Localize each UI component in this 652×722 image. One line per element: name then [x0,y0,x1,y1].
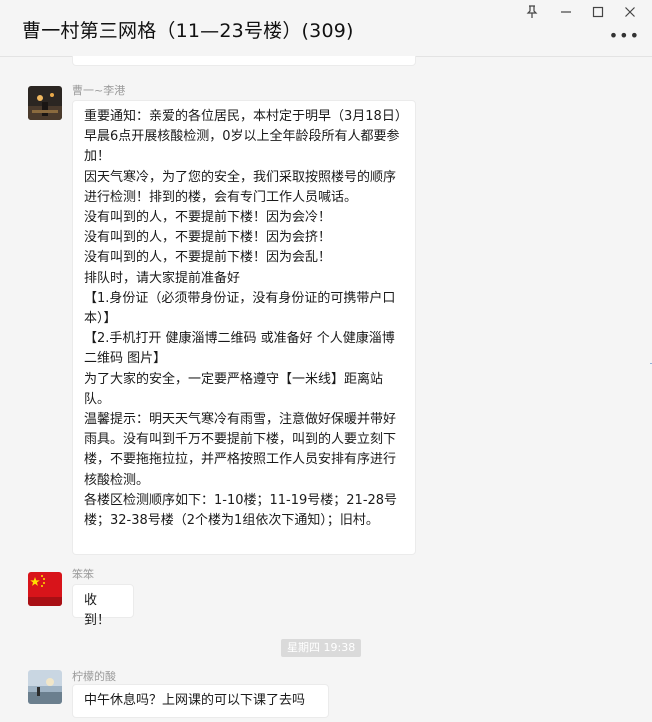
sender-name: 柠檬的酸 [72,670,116,683]
maximize-icon[interactable] [587,2,609,22]
more-icon[interactable]: ••• [609,26,640,45]
message-bubble[interactable]: 中午休息吗？上网课的可以下课了去吗 [72,684,329,718]
sender-name: 曹一~李港 [72,84,126,97]
close-icon[interactable] [619,2,641,22]
pin-icon[interactable] [521,2,543,22]
message-bubble[interactable]: 收到！ [72,584,134,628]
message-bubble-notice[interactable]: 重要通知：亲爱的各位居民，本村定于明早（3月18日）早晨6点开展核酸检测，0岁以… [72,100,416,555]
chat-title: 曹一村第三网格（11—23号楼）(309) [22,20,354,42]
avatar[interactable] [28,86,62,120]
sender-name: 笨笨 [72,568,94,581]
minimize-icon[interactable] [555,2,577,22]
timestamp-divider: 星期四 19:38 [281,639,362,657]
avatar[interactable] [28,670,62,704]
chat-messages[interactable]: 曹一~李港 重要通知：亲爱的各位居民，本村定于明早（3月18日）早晨6点开展核酸… [0,56,652,722]
title-bar: 曹一村第三网格（11—23号楼）(309) ••• [0,0,652,57]
previous-message-bubble[interactable] [72,56,416,66]
avatar[interactable] [28,572,62,606]
